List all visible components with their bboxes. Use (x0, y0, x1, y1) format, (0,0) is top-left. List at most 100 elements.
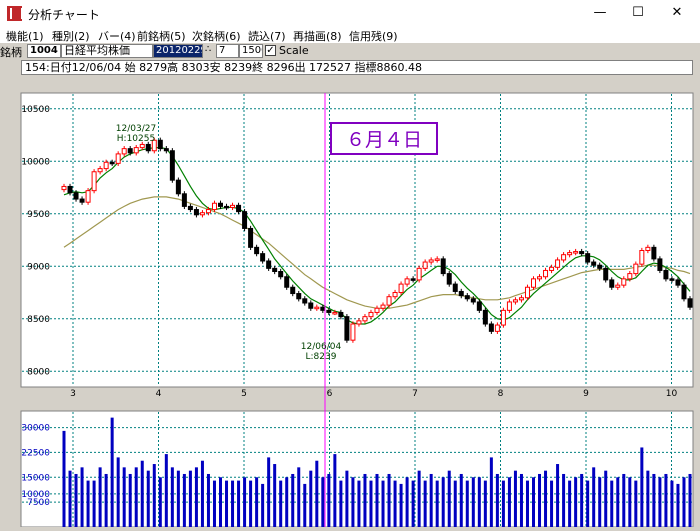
cursor-date-label: ６月４日 (346, 129, 422, 151)
volume-bar (116, 457, 120, 527)
volume-bar (110, 417, 114, 527)
date-spin-icon[interactable]: ∴ (205, 44, 211, 55)
maximize-button[interactable]: ☐ (619, 0, 657, 27)
volume-bar (483, 480, 487, 527)
candle-body (549, 266, 555, 271)
app-logo-icon (7, 6, 23, 21)
price-chart[interactable]: ６月４日 12/03/27 H:10255 12/06/04 L:8239 10… (0, 77, 700, 528)
minimize-button[interactable]: — (581, 0, 619, 27)
volume-bar (321, 477, 325, 527)
volume-bar (568, 480, 572, 527)
candle-body (181, 193, 187, 207)
candle-body (302, 298, 308, 304)
volume-bar (363, 473, 367, 527)
volume-bar (243, 477, 247, 527)
volume-bar (369, 480, 373, 527)
volume-bar (441, 477, 445, 527)
menu-redraw[interactable]: 再描画(8) (293, 28, 342, 44)
chart-area[interactable]: ６月４日 12/03/27 H:10255 12/06/04 L:8239 10… (0, 77, 700, 528)
menu-margin[interactable]: 信用残(9) (349, 28, 398, 44)
volume-bar (417, 470, 421, 527)
volume-bar (267, 457, 271, 527)
volume-bar (580, 473, 584, 527)
candle-body (561, 254, 567, 261)
volume-bar (158, 477, 162, 527)
volume-bar (399, 483, 403, 527)
scale-checkbox[interactable]: ✓ (265, 45, 276, 56)
candle-body (284, 276, 290, 288)
period-field[interactable]: 7 (216, 44, 239, 58)
volume-bar (447, 470, 451, 527)
menu-load[interactable]: 読込(7) (248, 28, 286, 44)
menu-bar: 機能(1) 種別(2) バー(4) 前銘柄(5) 次銘柄(6) 読込(7) 再描… (0, 27, 700, 43)
volume-bar (237, 480, 241, 527)
volume-bar (273, 464, 277, 527)
volume-bar (212, 480, 216, 527)
volume-bar (333, 454, 337, 527)
volume-bar (188, 470, 192, 527)
volume-bar (261, 483, 265, 527)
stock-code-field[interactable]: 1004 (27, 44, 61, 58)
candle-body (296, 293, 302, 300)
price-tick-label: 9000 (27, 262, 50, 272)
close-button[interactable]: ✕ (658, 0, 696, 27)
volume-bar (604, 470, 608, 527)
menu-next-stock[interactable]: 次銘柄(6) (192, 28, 241, 44)
month-tick-label: 8 (498, 389, 504, 399)
low-value-label: L:8239 (306, 352, 337, 362)
candle-body (103, 161, 109, 170)
volume-bar (74, 473, 78, 527)
volume-bar (459, 473, 463, 527)
volume-tick-label: 30000 (21, 424, 50, 434)
candle-body (338, 311, 344, 318)
title-bar[interactable]: 分析チャート — ☐ ✕ (0, 0, 700, 27)
candle-body (230, 204, 236, 208)
candle-body (555, 259, 561, 268)
candle-body (518, 297, 524, 301)
menu-type[interactable]: 種別(2) (52, 28, 90, 44)
volume-bar (562, 473, 566, 527)
volume-bar (86, 480, 90, 527)
candle-body (236, 204, 242, 213)
price-tick-label: 8500 (27, 315, 50, 325)
menu-function[interactable]: 機能(1) (6, 28, 44, 44)
candle-body (139, 143, 145, 149)
candle-body (506, 301, 512, 311)
volume-bar (62, 430, 66, 527)
volume-bar (375, 473, 379, 527)
volume-bar (658, 477, 662, 527)
high-date-label: 12/03/27 (116, 124, 156, 134)
candle-body (543, 269, 549, 278)
candle-body (476, 301, 482, 311)
menu-bar-type[interactable]: バー(4) (98, 28, 136, 44)
volume-bar (616, 477, 620, 527)
volume-bar (98, 467, 102, 527)
volume-bar (489, 457, 493, 527)
stock-name-field[interactable]: 日経平均株価 (61, 44, 153, 58)
candle-body (61, 185, 67, 191)
menu-prev-stock[interactable]: 前銘柄(5) (137, 28, 186, 44)
candle-body (266, 260, 272, 269)
volume-bar (134, 467, 138, 527)
count-field[interactable]: 1500 (239, 44, 263, 58)
candle-body (380, 304, 386, 309)
candle-body (422, 261, 428, 269)
candle-body (434, 258, 440, 261)
candle-body (537, 276, 543, 280)
volume-bar (231, 480, 235, 527)
candle-body (651, 246, 657, 260)
volume-bar (122, 467, 126, 527)
volume-bar (634, 480, 638, 527)
candle-body (663, 269, 669, 280)
volume-bar (670, 480, 674, 527)
candle-body (79, 198, 85, 203)
volume-bar (80, 467, 84, 527)
candle-body (73, 192, 79, 200)
volume-bar (532, 477, 535, 527)
candle-body (603, 267, 609, 281)
date-field[interactable]: 20120229 (153, 44, 203, 58)
candle-body (368, 311, 374, 318)
volume-bar (513, 470, 517, 527)
candle-body (218, 202, 223, 207)
candle-body (398, 283, 404, 294)
